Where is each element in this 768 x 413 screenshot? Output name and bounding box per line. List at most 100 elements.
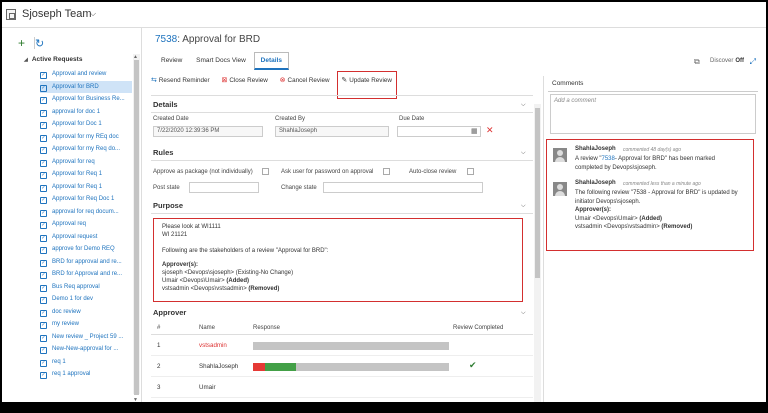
comment-2-approver-2-name: vstsadmin <Devops\vstsadmin> [575,224,660,230]
sidebar-item-request[interactable]: ✓ Approval for BRD [40,80,132,93]
sidebar-item-request[interactable]: ✓ BRD for approval and re... [40,256,132,269]
rules-chevron-icon[interactable]: ⌵ [521,150,526,157]
tab-details[interactable]: Details [253,52,289,70]
sidebar-item-request[interactable]: ✓ req 1 [40,356,132,369]
sidebar-item-label: Approval for req [52,158,95,165]
add-comment-input[interactable]: Add a comment [550,94,756,134]
sidebar-item-request[interactable]: ✓ approval for doc 1 [40,106,132,119]
col-response: Response [253,325,281,331]
post-state-label: Post state [153,185,180,191]
sidebar-item-request[interactable]: ✓ Approval for Req Doc 1 [40,193,132,206]
comments-divider [548,91,758,92]
ask-password-label: Ask user for password on approval [281,169,374,175]
sidebar-item-request[interactable]: ✓ req 1 approval [40,368,132,381]
tab-review[interactable]: Review [155,53,188,68]
close-review-button[interactable]: ⊠ Close Review [221,76,267,84]
sidebar-item-label: req 1 approval [52,371,91,377]
checkmark-icon: ✔ [469,360,477,370]
cancel-review-button[interactable]: ⊗ Cancel Review [280,76,330,84]
review-id-link[interactable]: 7538 [155,34,177,45]
sidebar-item-label: req 1 [52,358,66,365]
sidebar-item-request[interactable]: ✓ approval for req docum... [40,206,132,219]
sidebar-item-request[interactable]: ✓ Approval and review [40,68,132,81]
sidebar-item-label: Bus Req approval [52,283,100,290]
due-date-label: Due Date [399,116,425,122]
table-row[interactable]: 2 ShahlaJoseph ✔ [151,357,533,377]
purpose-heading: Purpose [153,201,184,210]
request-icon: ✓ [40,184,47,192]
team-name[interactable]: Sjoseph Team [22,8,92,20]
add-icon[interactable]: + [18,36,25,50]
request-icon: ✓ [40,84,47,92]
sidebar-item-label: Approval for my REq doc [52,133,119,140]
sidebar-item-request[interactable]: ✓ my review [40,318,132,331]
ask-password-checkbox[interactable] [383,168,390,175]
request-list: ✓ Approval and review ✓ Approval for BRD ✓ Ap… [40,68,132,381]
review-title: : Approval for BRD [177,34,261,45]
collapse-triangle-icon[interactable]: ◢ [24,57,28,63]
active-requests-header[interactable]: ◢ Active Requests [24,56,82,63]
main-scrollbar[interactable] [534,104,541,402]
sidebar-item-request[interactable]: ✓ Approval for Doc 1 [40,118,132,131]
toolbar-divider-line [151,95,533,96]
main-scroll-thumb[interactable] [535,108,540,278]
comment-2-approver-1-name: Umair <Devops\Umair> [575,215,638,222]
sidebar: + ↻ ◢ Active Requests ✓ Approval and review… [2,28,142,402]
purpose-text[interactable]: Please look at WI1111 WI 21121 Following… [153,218,523,302]
sidebar-item-request[interactable]: ✓ New-New-approval for ... [40,343,132,356]
sidebar-item-request[interactable]: ✓ doc review [40,306,132,319]
sidebar-item-request[interactable]: ✓ Approval for my Req do... [40,143,132,156]
request-icon: ✓ [40,172,47,179]
sidebar-scrollbar[interactable]: ▲ ▼ [133,54,140,402]
tab-smart-docs-view[interactable]: Smart Docs View [190,53,252,68]
sidebar-item-label: New review _ Project 59 ... [52,333,124,340]
calendar-icon[interactable]: ▦ [471,127,478,135]
sidebar-item-request[interactable]: ✓ Approval request [40,231,132,244]
resend-reminder-button[interactable]: ⇆ Resend Reminder [151,76,210,84]
expand-icon[interactable]: ⤢ [750,57,756,67]
scroll-thumb[interactable] [134,60,139,395]
comment-1-link[interactable]: 7538 [601,156,614,162]
approver-name: vstsadmin [199,342,227,349]
post-state-field[interactable] [189,182,259,193]
sidebar-item-label: Approval for my Req do... [52,146,121,152]
auto-close-checkbox[interactable] [467,168,474,175]
purpose-line-1: Please look at WI1111 [162,224,221,230]
table-row[interactable]: 3 Umair [151,378,533,398]
comments-heading: Comments [552,80,584,87]
sidebar-item-request[interactable]: ✓ New review _ Project 59 ... [40,331,132,344]
sidebar-item-request[interactable]: ✓ Bus Req approval [40,281,132,294]
clear-date-icon[interactable]: ✕ [486,125,494,136]
sidebar-item-request[interactable]: ✓ BRD for Approval and re... [40,268,132,281]
purpose-divider [151,213,533,214]
purpose-chevron-icon[interactable]: ⌵ [521,203,526,210]
table-row[interactable]: 1 vstsadmin [151,336,533,356]
approver-chevron-icon[interactable]: ⌵ [521,310,526,317]
sidebar-item-label: Approval req [52,221,87,227]
sidebar-item-request[interactable]: ✓ Demo 1 for dev [40,293,132,306]
request-icon: ✓ [40,309,47,317]
page-title: 7538: Approval for BRD [155,34,260,45]
scroll-down-icon[interactable]: ▼ [133,397,138,402]
sidebar-item-label: doc review [52,308,81,315]
approve-package-checkbox[interactable] [262,168,269,175]
approver-name: Umair [199,384,216,391]
discover-toggle[interactable]: ⧉ Discover Off [694,57,744,66]
sidebar-item-request[interactable]: ✓ Approval for req [40,156,132,169]
details-chevron-icon[interactable]: ⌵ [521,102,526,109]
sidebar-item-request[interactable]: ✓ approve for Demo REQ [40,243,132,256]
change-state-field[interactable] [323,182,483,193]
sidebar-item-request[interactable]: ✓ Approval for my REq doc [40,131,132,144]
approver-2-tag: (Added) [226,278,250,284]
refresh-icon[interactable]: ↻ [35,38,44,50]
discover-icon: ⧉ [693,57,700,66]
due-date-field[interactable] [397,126,481,137]
sidebar-item-request[interactable]: ✓ Approval for Req 1 [40,168,132,181]
sidebar-item-request[interactable]: ✓ Approval for Req 1 [40,181,132,194]
toolbar-divider [34,37,35,49]
chevron-down-icon[interactable]: ⌵ [90,9,96,19]
sidebar-item-request[interactable]: ✓ Approval for Business Re... [40,93,132,106]
request-icon: ✓ [40,147,47,154]
sidebar-item-request[interactable]: ✓ Approval req [40,218,132,231]
close-review-icon: ⊠ [221,77,228,84]
